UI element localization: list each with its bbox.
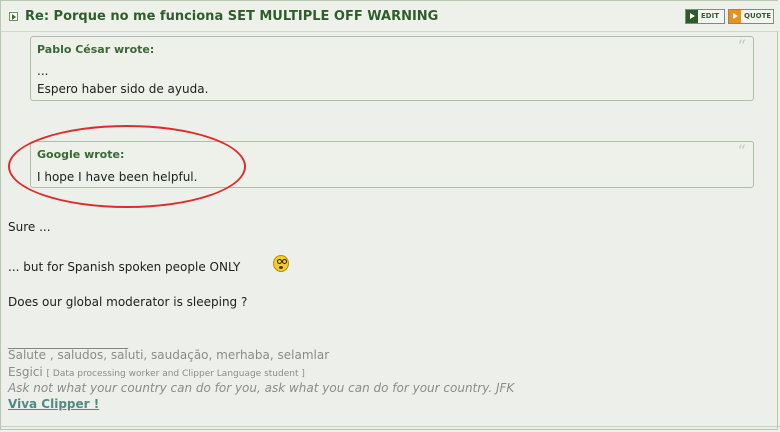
quote-mark-icon: “ [737, 142, 746, 162]
signature-rule: ____________________ [8, 335, 128, 349]
edit-icon [686, 10, 698, 23]
quote-button[interactable]: QUOTE [728, 9, 774, 24]
quote-button-label: QUOTE [744, 12, 772, 20]
quote-line: Espero haber sido de ayuda. [37, 82, 209, 96]
edit-button[interactable]: EDIT [685, 9, 725, 24]
signature-name: Esgici [8, 365, 43, 379]
quote-mark-icon: “ [737, 37, 746, 57]
quote-author: Pablo César wrote: [37, 43, 155, 56]
post-body-line: Does our global moderator is sleeping ? [8, 295, 248, 309]
signature-quote: Ask not what your country can do for you… [8, 381, 515, 395]
signature-identity: Esgici [ Data processing worker and Clip… [8, 365, 305, 379]
signature-link[interactable]: Viva Clipper ! [8, 397, 99, 411]
post-header: Re: Porque no me funciona SET MULTIPLE O… [1, 1, 779, 32]
embarrassed-smiley-icon [273, 255, 289, 272]
annotation-ellipse [8, 125, 246, 208]
post-title: Re: Porque no me funciona SET MULTIPLE O… [25, 9, 439, 24]
post-divider [1, 426, 780, 427]
edit-button-label: EDIT [701, 12, 719, 20]
post-body-line: ... but for Spanish spoken people ONLY [8, 260, 241, 274]
quote-block-pablo: Pablo César wrote: “ ... Espero haber si… [30, 36, 754, 101]
signature-greeting: Salute , saludos, saluti, saudação, merh… [8, 348, 330, 362]
post-arrow-icon [9, 12, 18, 21]
post-body-line: Sure ... [8, 220, 51, 234]
signature-tagline: [ Data processing worker and Clipper Lan… [46, 369, 305, 379]
quote-line: ... [37, 64, 49, 78]
forum-post: Re: Porque no me funciona SET MULTIPLE O… [0, 0, 780, 430]
quote-icon [729, 10, 741, 23]
